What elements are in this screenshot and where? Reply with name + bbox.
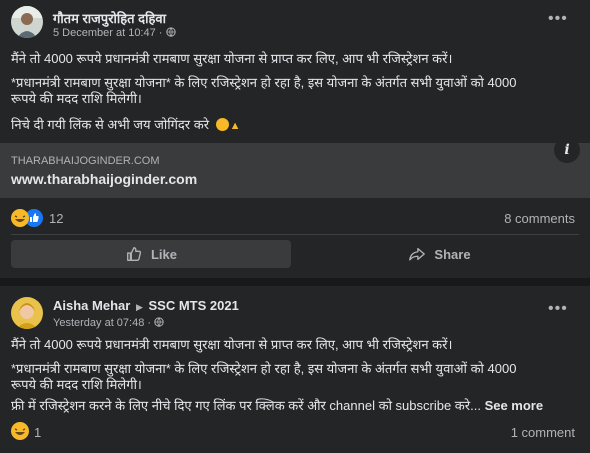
comment-count[interactable]: 8 comments	[504, 211, 575, 226]
post-text-line: *प्रधानमंत्री रामबाण सुरक्षा योजना* के ल…	[11, 361, 517, 376]
post-header: Aisha Mehar ▶ SSC MTS 2021	[53, 298, 239, 313]
link-domain: THARABHAIJOGINDER.COM	[11, 155, 160, 167]
post-text-line: मैंने तो 4000 रूपये प्रधानमंत्री रामबाण …	[11, 51, 453, 66]
post-text-line: निचे दी गयी लिंक से अभी जय जोगिंदर करे ▲	[11, 117, 241, 132]
haha-reaction-icon[interactable]	[11, 422, 29, 440]
haha-reaction-icon[interactable]	[11, 209, 29, 227]
triangle-arrow-icon: ▶	[135, 302, 143, 312]
timestamp-text[interactable]: 5 December at 10:47	[53, 27, 156, 39]
group-name[interactable]: SSC MTS 2021	[148, 298, 238, 313]
see-more-link[interactable]: See more	[485, 398, 544, 413]
author-avatar[interactable]	[11, 6, 43, 38]
comment-count[interactable]: 1 comment	[511, 425, 575, 440]
post-timestamp[interactable]: 5 December at 10:47 ·	[53, 27, 176, 39]
author-avatar[interactable]	[11, 297, 43, 329]
share-label: Share	[434, 246, 471, 262]
post-card: गौतम राजपुरोहित दहिवा 5 December at 10:4…	[0, 0, 590, 278]
like-label: Like	[150, 246, 177, 262]
more-options-icon[interactable]: •••	[548, 10, 568, 28]
post-text-line: मैंने तो 4000 रूपये प्रधानमंत्री रामबाण …	[11, 337, 453, 352]
globe-icon	[165, 27, 176, 37]
share-button[interactable]: Share	[300, 240, 579, 268]
reaction-count[interactable]: 1	[34, 425, 41, 440]
link-title[interactable]: www.tharabhaijoginder.com	[11, 171, 197, 187]
post-text-line: रूपये की मदद राशि मिलेगी।	[11, 91, 142, 106]
folded-hands-emoji: ▲	[229, 120, 241, 132]
post-text-line: रूपये की मदद राशि मिलेगी।	[11, 377, 142, 392]
timestamp-text[interactable]: Yesterday at 07:48	[53, 317, 144, 329]
author-name[interactable]: Aisha Mehar	[53, 298, 130, 313]
more-options-icon[interactable]: •••	[548, 300, 568, 318]
link-preview[interactable]: THARABHAIJOGINDER.COM www.tharabhaijogin…	[0, 137, 590, 198]
post-text-line: *प्रधानमंत्री रामबाण सुरक्षा योजना* के ल…	[11, 75, 517, 90]
thumbs-up-icon	[127, 247, 142, 261]
post-card: Aisha Mehar ▶ SSC MTS 2021 Yesterday at …	[0, 286, 590, 453]
reaction-count[interactable]: 12	[49, 211, 63, 226]
like-button[interactable]: Like	[11, 240, 291, 268]
share-arrow-icon	[409, 247, 426, 261]
author-name[interactable]: गौतम राजपुरोहित दहिवा	[53, 9, 166, 27]
info-icon[interactable]: i	[554, 137, 580, 163]
post-timestamp[interactable]: Yesterday at 07:48 ·	[53, 317, 164, 329]
globe-icon	[154, 317, 164, 327]
rofl-emoji	[215, 118, 229, 131]
divider	[11, 234, 579, 235]
post-text-line: फ्री में रजिस्ट्रेशन करने के लिए नीचे दि…	[11, 398, 544, 413]
